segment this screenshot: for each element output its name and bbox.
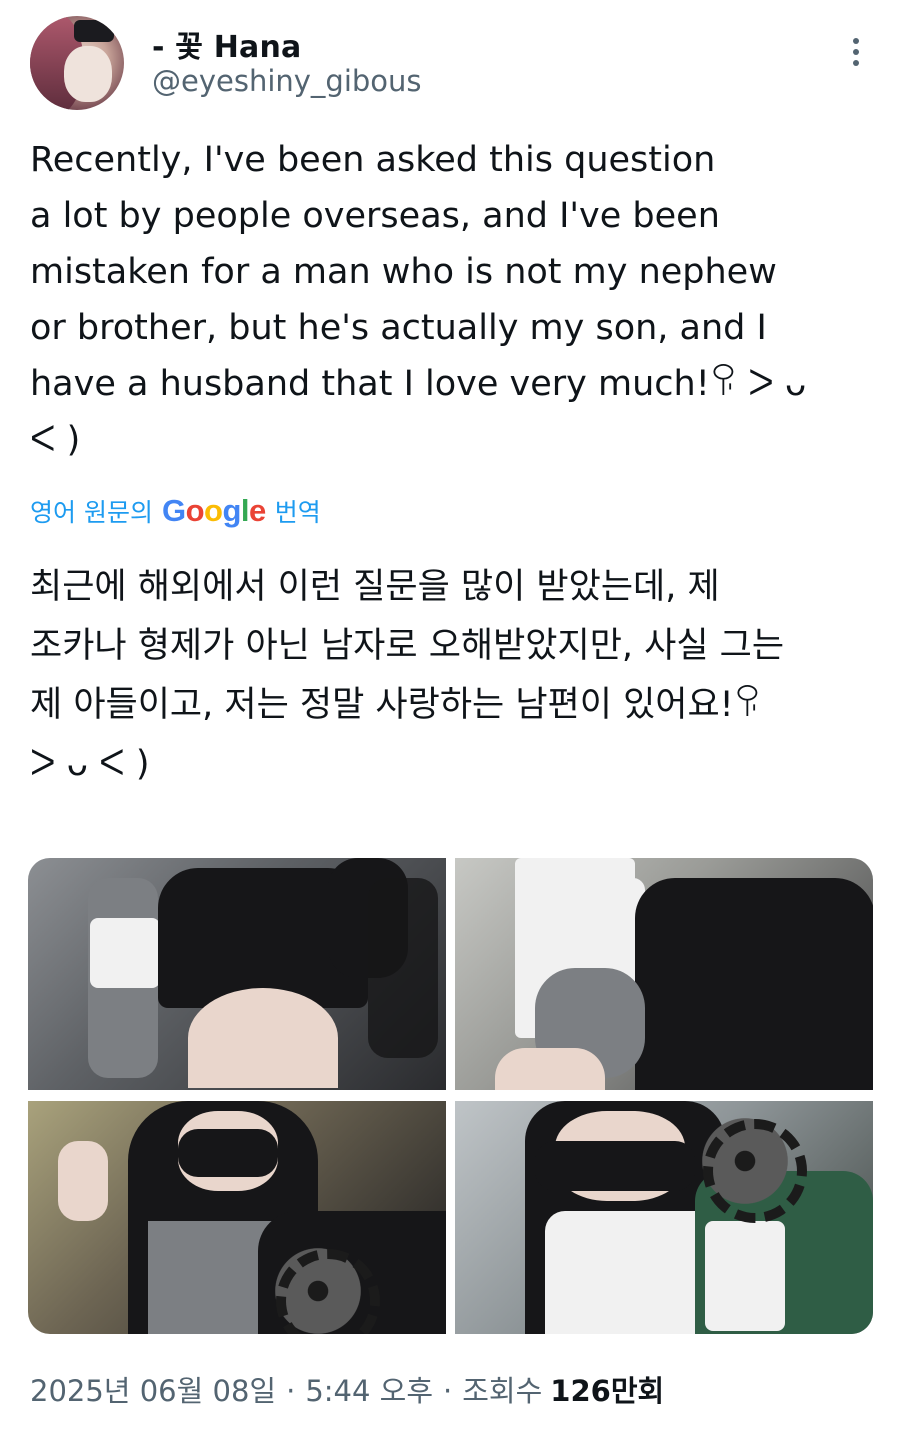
tweet-metadata: 2025년 06월 08일 · 5:44 오후 · 조회수 126 만회	[30, 1368, 664, 1410]
avatar-bow	[74, 20, 114, 42]
views-label: 조회수	[462, 1374, 543, 1408]
views-unit: 만회	[610, 1374, 665, 1408]
translate-suffix: 번역	[274, 498, 321, 527]
photo-2[interactable]	[455, 858, 873, 1090]
translation-attribution[interactable]: 영어 원문의 Google 번역	[30, 493, 321, 529]
translate-prefix: 영어 원문의	[30, 498, 153, 527]
author-handle[interactable]: @eyeshiny_gibous	[152, 64, 422, 98]
photo-1[interactable]	[28, 858, 446, 1090]
tweet-date[interactable]: 2025년 06월 08일	[30, 1368, 276, 1410]
photo-3[interactable]	[28, 1101, 446, 1334]
tweet-text: Recently, I've been asked this question …	[30, 140, 807, 460]
media-grid	[28, 858, 873, 1334]
tweet-header: - 꽃 Hana @eyeshiny_gibous	[30, 16, 870, 112]
tweet-time[interactable]: 5:44 오후	[305, 1368, 433, 1410]
google-logo-icon: Google	[161, 493, 266, 528]
avatar[interactable]	[30, 16, 124, 110]
more-vertical-icon[interactable]	[850, 38, 862, 72]
avatar-face	[64, 46, 112, 102]
author-name[interactable]: - 꽃 Hana	[152, 22, 302, 66]
photo-4[interactable]	[455, 1101, 873, 1334]
views-count: 126	[550, 1374, 611, 1408]
translated-text: 최근에 해외에서 이런 질문을 많이 받았는데, 제 조카나 형제가 아닌 남자…	[30, 567, 785, 784]
